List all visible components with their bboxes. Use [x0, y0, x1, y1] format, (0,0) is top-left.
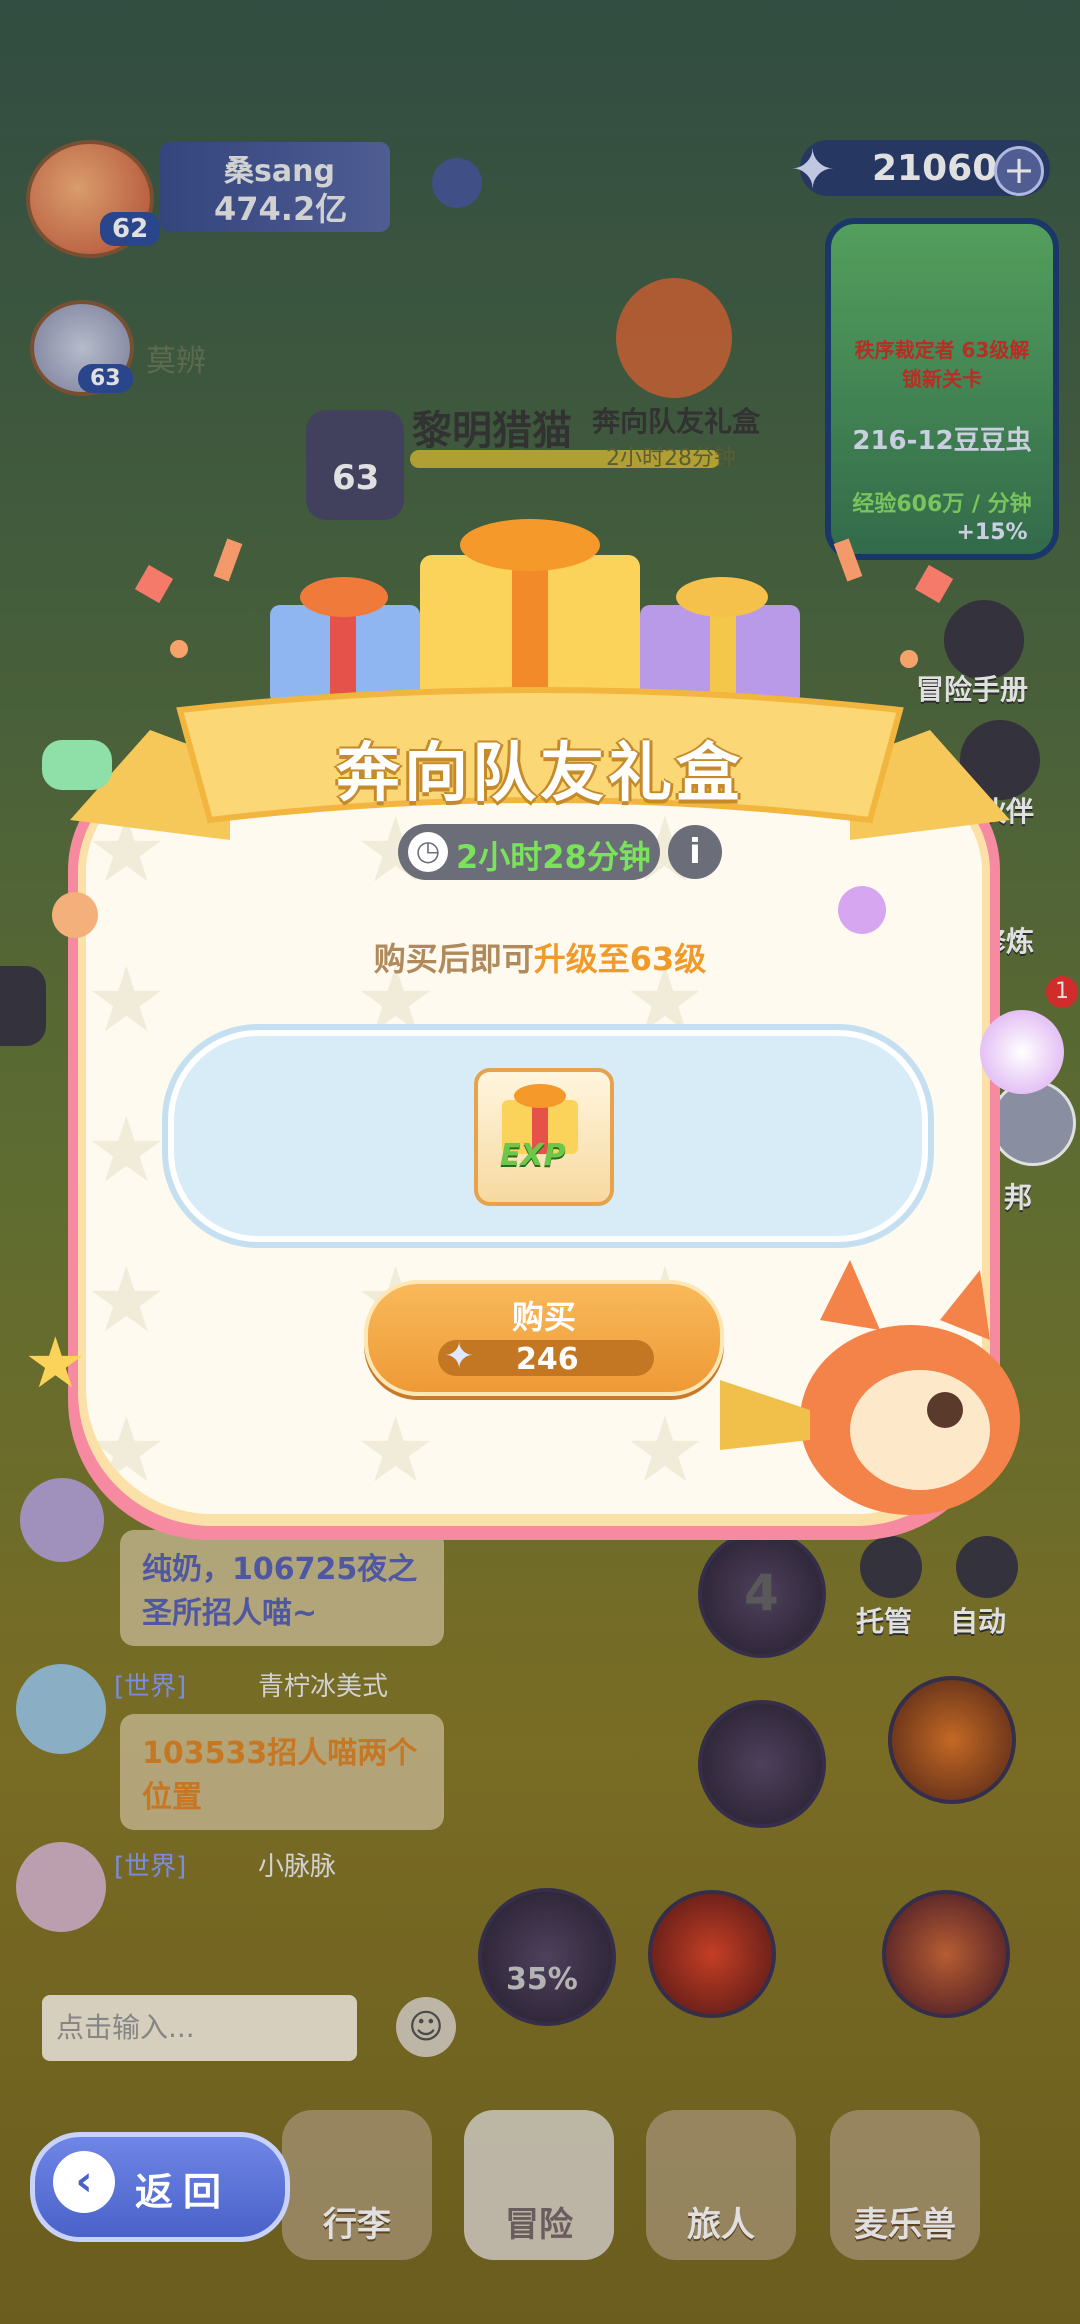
modal-title: 奔向队友礼盒 [336, 737, 744, 811]
buy-button[interactable]: 购买 ✦ 246 [364, 1280, 724, 1396]
back-button[interactable]: ‹ 返回 [30, 2132, 290, 2242]
candy-icon [42, 740, 112, 790]
upgrade-text: 购买后即可升级至63级 [0, 934, 1080, 980]
confetti-left [134, 538, 250, 690]
timer-text: 2小时28分钟 [456, 838, 651, 876]
exp-label: EXP [500, 1138, 566, 1173]
confetti-right [820, 538, 960, 690]
star-gem-icon: ✦ [444, 1336, 475, 1377]
timer-pill: ◷ 2小时28分钟 [398, 824, 660, 880]
bead-right [838, 886, 886, 934]
back-arrow-icon: ‹ [53, 2151, 115, 2213]
cat-mascot-illustration [720, 1260, 1020, 1515]
info-icon[interactable]: i [668, 825, 722, 879]
clock-icon: ◷ [408, 832, 448, 872]
upgrade-highlight: 升级至63级 [533, 940, 707, 978]
price-bar: ✦ 246 [438, 1336, 654, 1377]
price-value: 246 [516, 1342, 579, 1377]
buy-label: 购买 [511, 1298, 576, 1336]
bead-left [52, 892, 98, 938]
upgrade-prefix: 购买后即可 [373, 940, 534, 978]
back-label: 返回 [135, 2170, 232, 2214]
star-icon: ★ [24, 1322, 87, 1404]
lollipop-icon [980, 1010, 1064, 1094]
exp-gift-item[interactable]: EXP [474, 1068, 614, 1206]
